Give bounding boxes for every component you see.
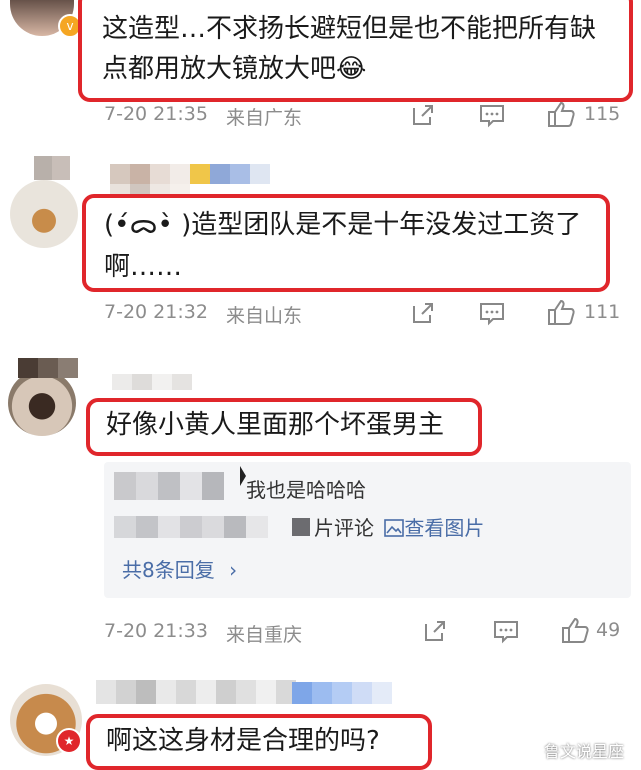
share-icon bbox=[425, 621, 445, 641]
watermark: 鲁文说星座 bbox=[544, 742, 625, 761]
view-all-replies-link[interactable]: 共8条回复 › bbox=[122, 554, 237, 583]
comment-time: 7-20 21:35 bbox=[104, 103, 208, 125]
like-button[interactable]: 115 bbox=[546, 100, 620, 128]
comment-button[interactable] bbox=[492, 618, 520, 644]
avatar[interactable] bbox=[10, 180, 78, 248]
like-count: 111 bbox=[584, 301, 621, 323]
comment-time: 7-20 21:33 bbox=[104, 620, 208, 642]
comment-text: 点都用放大镜放大吧😂 bbox=[102, 54, 367, 84]
chevron-right-icon: › bbox=[229, 558, 238, 582]
reply-text: 片评论 查看图片 bbox=[314, 512, 484, 541]
share-button[interactable] bbox=[410, 300, 436, 326]
badge-icon: ★ bbox=[56, 728, 82, 754]
username-blurred[interactable] bbox=[112, 374, 192, 390]
comment-text: 啊…… bbox=[104, 252, 183, 282]
view-image-link[interactable]: 查看图片 bbox=[384, 516, 484, 540]
reply-username-blurred bbox=[292, 518, 310, 536]
comment-text: 这造型…不求扬长避短但是也不能把所有缺 bbox=[102, 14, 597, 44]
comment-location: 来自山东 bbox=[226, 305, 303, 327]
view-image-label: 查看图片 bbox=[404, 516, 485, 540]
comment-icon bbox=[480, 303, 504, 326]
username-blurred[interactable] bbox=[96, 680, 296, 704]
share-button[interactable] bbox=[410, 102, 436, 128]
like-count: 115 bbox=[584, 103, 621, 125]
comment-location: 来自广东 bbox=[226, 107, 303, 129]
reply-text-tail: 片评论 bbox=[314, 516, 374, 540]
comment-time: 7-20 21:32 bbox=[104, 301, 208, 323]
thumbs-up-icon bbox=[548, 299, 575, 325]
username-blurred[interactable] bbox=[18, 358, 78, 378]
share-button[interactable] bbox=[422, 618, 448, 644]
comment-button[interactable] bbox=[478, 102, 506, 128]
comment-text: (•́ᯅ•̀ )造型团队是不是十年没发过工资了 bbox=[104, 210, 582, 240]
avatar[interactable] bbox=[8, 370, 76, 436]
username-blurred bbox=[292, 682, 392, 704]
share-icon bbox=[413, 105, 433, 125]
comment-text: 啊这这身材是合理的吗? bbox=[106, 726, 380, 756]
reply-username-blurred[interactable] bbox=[114, 516, 268, 538]
thumbs-up-icon bbox=[562, 617, 589, 643]
share-icon bbox=[413, 303, 433, 323]
like-count: 49 bbox=[596, 619, 621, 641]
reply-text: 我也是哈哈哈 bbox=[246, 478, 366, 502]
like-button[interactable]: 111 bbox=[546, 298, 620, 326]
comment-location: 来自重庆 bbox=[226, 624, 303, 646]
image-icon bbox=[384, 519, 405, 537]
comment-text: 好像小黄人里面那个坏蛋男主 bbox=[106, 410, 445, 440]
username-blurred[interactable] bbox=[34, 156, 70, 180]
username-blurred bbox=[110, 184, 190, 194]
thumbs-up-icon bbox=[548, 101, 575, 127]
reply-username-blurred[interactable] bbox=[114, 472, 224, 500]
comment-icon bbox=[480, 105, 504, 128]
more-replies-label: 共8条回复 bbox=[122, 558, 215, 582]
like-button[interactable]: 49 bbox=[560, 616, 620, 644]
username-blurred[interactable] bbox=[110, 164, 270, 184]
comment-icon bbox=[494, 621, 518, 644]
comment-button[interactable] bbox=[478, 300, 506, 326]
